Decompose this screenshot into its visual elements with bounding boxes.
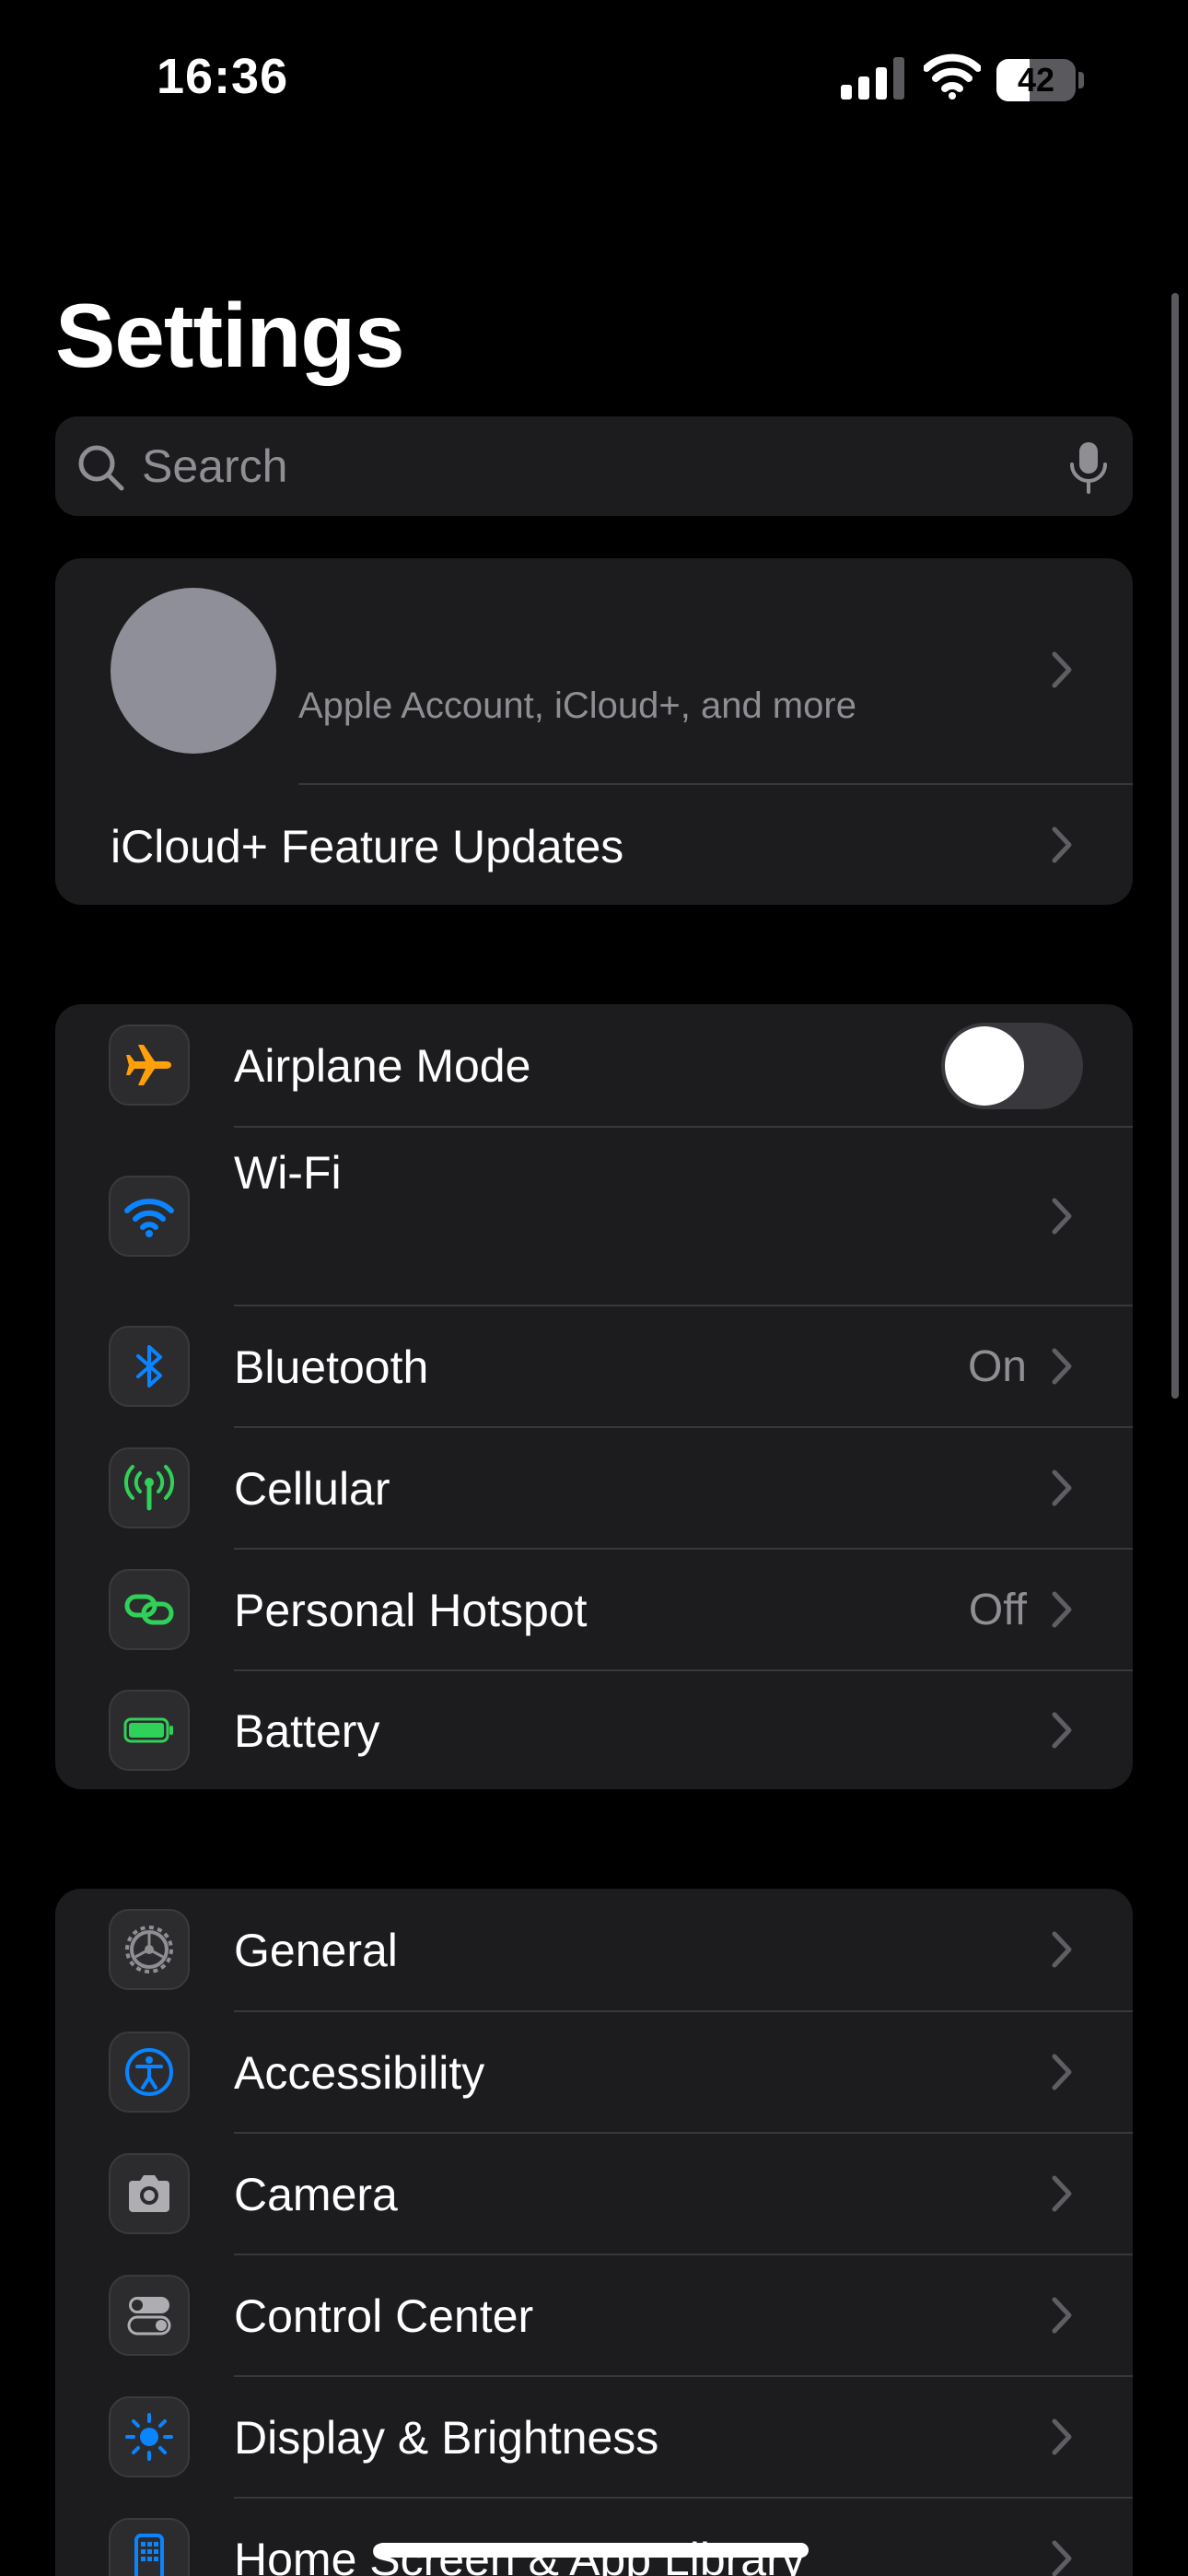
display-brightness-label: Display & Brightness: [234, 2412, 659, 2464]
general-label: General: [234, 1925, 398, 1976]
airplane-mode-label: Airplane Mode: [234, 1040, 531, 1092]
chevron-right-icon: [1052, 2175, 1072, 2212]
camera-row[interactable]: Camera: [55, 2134, 1133, 2254]
phone-grid-icon: [109, 2518, 190, 2576]
personal-hotspot-row[interactable]: Personal Hotspot Off: [55, 1550, 1133, 1669]
bluetooth-label: Bluetooth: [234, 1341, 429, 1393]
airplane-mode-toggle[interactable]: [941, 1023, 1083, 1109]
cellular-antenna-icon: [109, 1447, 190, 1528]
settings-screen: 16:36 42 Settings Search Apple Account, …: [0, 0, 1188, 2576]
cellular-row[interactable]: Cellular: [55, 1428, 1133, 1548]
battery-status-icon: 42: [996, 59, 1085, 101]
chevron-right-icon: [1052, 651, 1072, 688]
chevron-right-icon: [1052, 826, 1072, 863]
toggle-knob: [945, 1026, 1024, 1106]
search-icon: [78, 445, 124, 491]
home-indicator[interactable]: [376, 2543, 809, 2558]
search-bar[interactable]: [55, 416, 1133, 516]
battery-label: Battery: [234, 1705, 380, 1757]
search-input[interactable]: [142, 416, 1026, 516]
battery-row[interactable]: Battery: [55, 1671, 1133, 1789]
accessibility-row[interactable]: Accessibility: [55, 2012, 1133, 2132]
accessibility-label: Accessibility: [234, 2047, 485, 2099]
status-bar: 16:36 42: [0, 0, 1188, 157]
control-center-row[interactable]: Control Center: [55, 2255, 1133, 2375]
home-screen-row[interactable]: Home Screen & App Library: [55, 2499, 1133, 2576]
bluetooth-icon: [109, 1326, 190, 1407]
apple-account-row[interactable]: Apple Account, iCloud+, and more: [55, 558, 1133, 783]
switches-icon: [109, 2275, 190, 2356]
wifi-icon: [109, 1176, 190, 1257]
account-group: Apple Account, iCloud+, and more iCloud+…: [55, 558, 1133, 905]
accessibility-icon: [109, 2032, 190, 2113]
chevron-right-icon: [1052, 2297, 1072, 2334]
airplane-icon: [109, 1025, 190, 1106]
wifi-row[interactable]: Wi-Fi: [55, 1128, 1133, 1305]
battery-level-text: 42: [1017, 61, 1055, 99]
microphone-icon[interactable]: [1066, 440, 1111, 496]
status-time: 16:36: [157, 49, 289, 104]
connectivity-group: Airplane Mode Wi-Fi Bluetooth On Cellula…: [55, 1004, 1133, 1789]
chevron-right-icon: [1052, 1348, 1072, 1385]
scroll-indicator[interactable]: [1171, 293, 1179, 1399]
chevron-right-icon: [1052, 2054, 1072, 2090]
control-center-label: Control Center: [234, 2290, 534, 2342]
chevron-right-icon: [1052, 2418, 1072, 2455]
icloud-feature-updates-row[interactable]: iCloud+ Feature Updates: [55, 785, 1133, 905]
wifi-label: Wi-Fi: [234, 1147, 342, 1199]
chevron-right-icon: [1052, 1712, 1072, 1749]
chevron-right-icon: [1052, 2540, 1072, 2576]
bluetooth-status: On: [967, 1342, 1027, 1391]
chevron-right-icon: [1052, 1198, 1072, 1235]
avatar: [111, 588, 276, 754]
chevron-right-icon: [1052, 1469, 1072, 1506]
cellular-label: Cellular: [234, 1463, 390, 1515]
system-group: General Accessibility Camera Control Cen…: [55, 1889, 1133, 2576]
account-subtitle: Apple Account, iCloud+, and more: [298, 685, 856, 726]
chevron-right-icon: [1052, 1931, 1072, 1968]
battery-icon: [109, 1690, 190, 1771]
camera-icon: [109, 2153, 190, 2234]
chain-link-icon: [109, 1569, 190, 1650]
icloud-feature-updates-label: iCloud+ Feature Updates: [111, 821, 624, 872]
personal-hotspot-status: Off: [968, 1586, 1027, 1634]
bluetooth-row[interactable]: Bluetooth On: [55, 1306, 1133, 1426]
gear-icon: [109, 1909, 190, 1990]
wifi-status-icon: [924, 53, 981, 100]
camera-label: Camera: [234, 2169, 398, 2220]
sun-icon: [109, 2396, 190, 2477]
general-row[interactable]: General: [55, 1889, 1133, 2010]
cellular-signal-icon: [841, 57, 904, 100]
airplane-mode-row: Airplane Mode: [55, 1004, 1133, 1126]
chevron-right-icon: [1052, 1591, 1072, 1628]
page-title: Settings: [55, 285, 405, 386]
display-brightness-row[interactable]: Display & Brightness: [55, 2377, 1133, 2497]
personal-hotspot-label: Personal Hotspot: [234, 1585, 588, 1636]
